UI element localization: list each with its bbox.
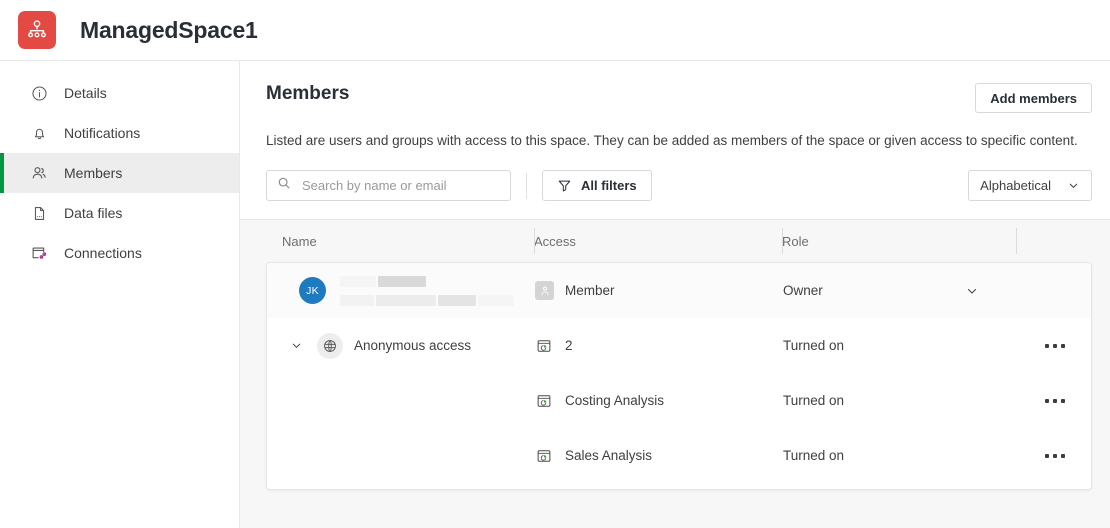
avatar: JK bbox=[299, 277, 326, 304]
chevron-down-icon bbox=[1067, 179, 1080, 192]
sidebar-item-label: Connections bbox=[64, 245, 142, 261]
member-badge-icon bbox=[535, 281, 554, 300]
sidebar-item-members[interactable]: Members bbox=[0, 153, 239, 193]
all-filters-label: All filters bbox=[581, 178, 637, 193]
search-input[interactable] bbox=[300, 177, 500, 194]
sidebar-item-details[interactable]: Details bbox=[0, 73, 239, 113]
table-row[interactable]: Costing Analysis Turned on bbox=[267, 373, 1091, 428]
info-circle-icon bbox=[30, 84, 48, 102]
members-title: Members bbox=[266, 83, 350, 104]
filter-icon bbox=[557, 178, 572, 193]
table-header-row: Name Access Role bbox=[266, 220, 1092, 262]
search-icon bbox=[277, 176, 291, 195]
connections-icon bbox=[30, 244, 48, 262]
app-header: ManagedSpace1 bbox=[0, 0, 1110, 61]
main-content: Members Add members Listed are users and… bbox=[240, 61, 1110, 528]
sidebar-item-notifications[interactable]: Notifications bbox=[0, 113, 239, 153]
chevron-down-icon[interactable] bbox=[965, 284, 979, 298]
row-name: Anonymous access bbox=[354, 338, 472, 353]
add-members-button[interactable]: Add members bbox=[975, 83, 1092, 113]
app-icon bbox=[535, 337, 553, 355]
role-value: Turned on bbox=[783, 338, 845, 353]
sort-value: Alphabetical bbox=[980, 178, 1051, 193]
sidebar-item-label: Members bbox=[64, 165, 123, 181]
people-icon bbox=[30, 164, 48, 182]
sidebar-item-label: Notifications bbox=[64, 125, 141, 141]
row-actions-menu-icon[interactable] bbox=[1043, 450, 1067, 462]
toolbar-divider bbox=[526, 172, 527, 199]
members-table-card: JK Member Owner Anonymous access 2 Turne… bbox=[266, 262, 1092, 490]
bell-icon bbox=[30, 124, 48, 142]
app-icon bbox=[535, 447, 553, 465]
row-actions-menu-icon[interactable] bbox=[1043, 395, 1067, 407]
role-value: Turned on bbox=[783, 448, 845, 463]
access-value: Sales Analysis bbox=[565, 448, 653, 463]
members-description: Listed are users and groups with access … bbox=[266, 133, 1078, 148]
column-header-role: Role bbox=[782, 228, 1016, 254]
row-actions-menu-icon[interactable] bbox=[1043, 340, 1067, 352]
role-value: Owner bbox=[783, 283, 823, 298]
chevron-down-icon[interactable] bbox=[289, 339, 303, 352]
search-box[interactable] bbox=[266, 170, 511, 201]
table-row[interactable]: JK Member Owner bbox=[267, 263, 1091, 318]
sidebar-item-label: Details bbox=[64, 85, 107, 101]
sidebar-item-connections[interactable]: Connections bbox=[0, 233, 239, 273]
all-filters-button[interactable]: All filters bbox=[542, 170, 652, 201]
content-header: Members Add members Listed are users and… bbox=[240, 61, 1110, 220]
table-row[interactable]: Sales Analysis Turned on bbox=[267, 428, 1091, 483]
access-value: Costing Analysis bbox=[565, 393, 665, 408]
globe-icon bbox=[317, 332, 343, 359]
column-header-name: Name bbox=[282, 233, 317, 249]
members-table: Name Access Role JK Member Owner Anonymo… bbox=[240, 220, 1110, 490]
sort-dropdown[interactable]: Alphabetical bbox=[968, 170, 1092, 201]
table-row[interactable]: Anonymous access 2 Turned on bbox=[267, 318, 1091, 373]
file-icon bbox=[30, 204, 48, 222]
sidebar-item-data-files[interactable]: Data files bbox=[0, 193, 239, 233]
role-value: Turned on bbox=[783, 393, 845, 408]
sidebar-item-label: Data files bbox=[64, 205, 123, 221]
column-header-actions bbox=[1016, 228, 1092, 254]
sidebar: Details Notifications Members Data files… bbox=[0, 61, 240, 528]
app-icon bbox=[535, 392, 553, 410]
column-header-access: Access bbox=[534, 228, 766, 254]
members-toolbar: All filters Alphabetical bbox=[266, 170, 1092, 219]
redacted-user-name bbox=[340, 275, 514, 306]
shared-space-icon bbox=[18, 11, 56, 49]
page-title: ManagedSpace1 bbox=[80, 16, 258, 43]
access-value: Member bbox=[565, 283, 615, 298]
access-value: 2 bbox=[565, 338, 573, 353]
